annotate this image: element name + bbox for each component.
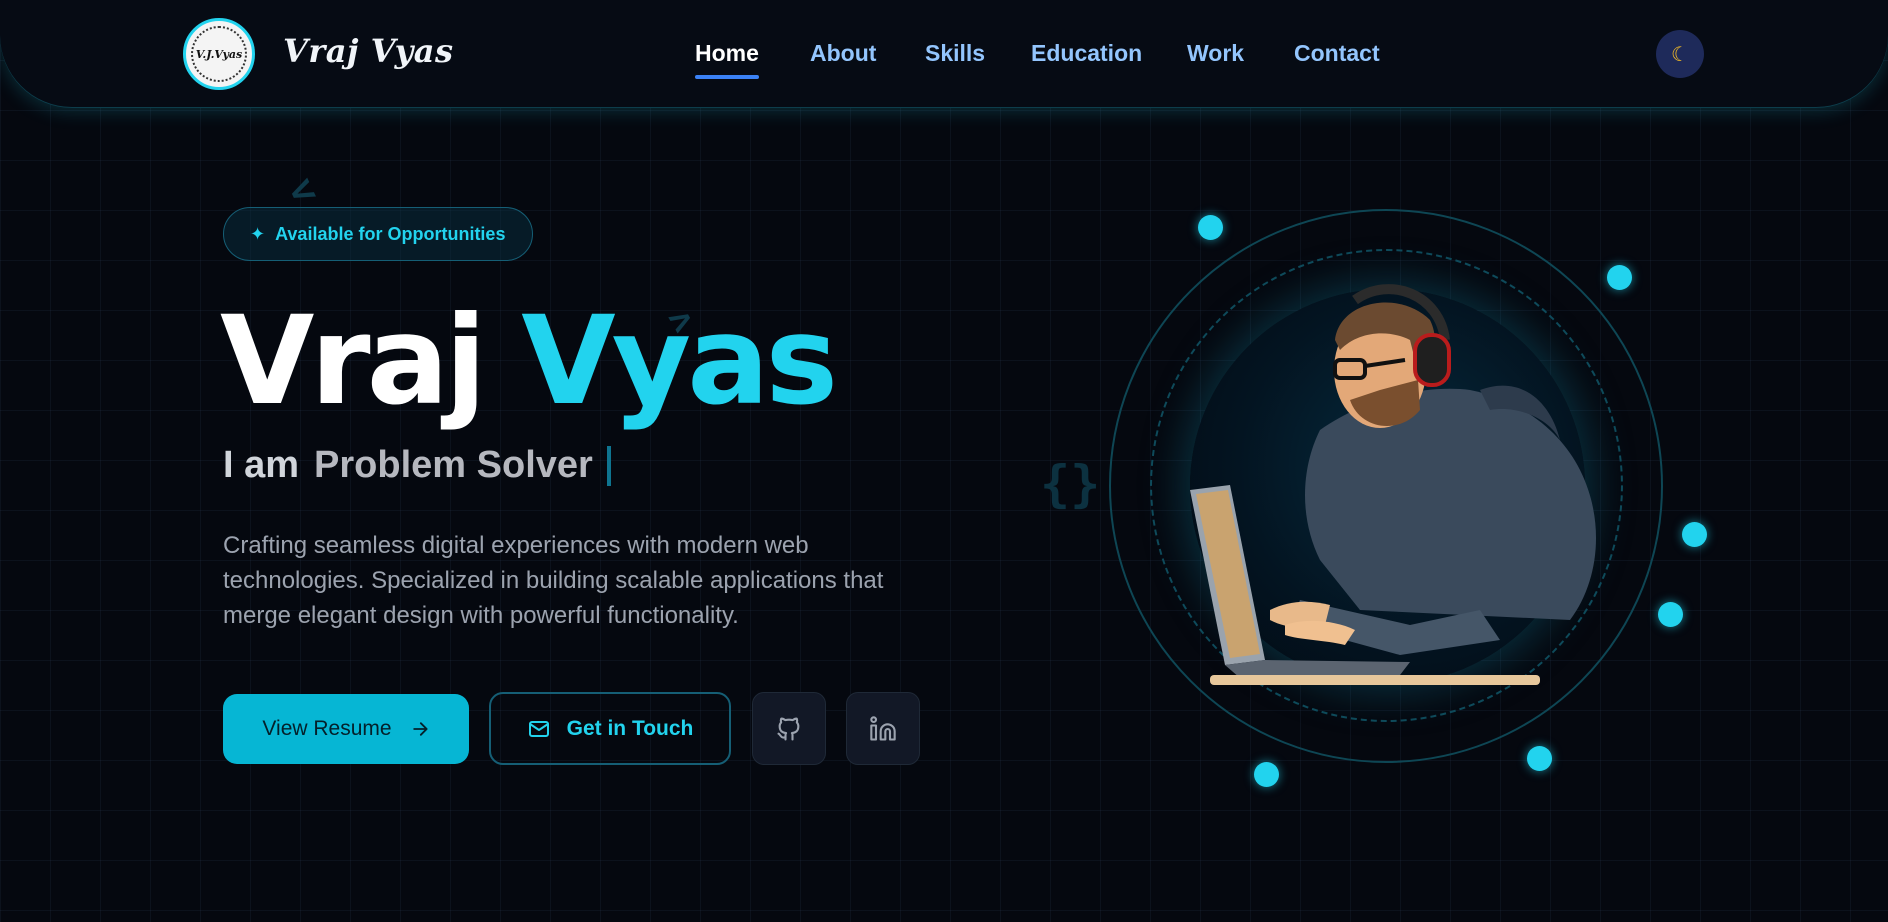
orbit-dot bbox=[1254, 762, 1279, 787]
nav-link-about[interactable]: About bbox=[810, 40, 876, 67]
mail-icon bbox=[528, 720, 549, 737]
hero-description: Crafting seamless digital experiences wi… bbox=[223, 532, 884, 629]
availability-badge: ✦ Available for Opportunities bbox=[223, 207, 533, 261]
linkedin-icon bbox=[870, 715, 896, 741]
typing-cursor bbox=[606, 445, 611, 486]
nav-link-education[interactable]: Education bbox=[1031, 40, 1142, 67]
get-in-touch-label: Get in Touch bbox=[566, 716, 694, 740]
hero-role: I am Problem Solver bbox=[223, 444, 611, 487]
hero-name-first: Vraj bbox=[220, 290, 487, 432]
role-prefix: I am bbox=[223, 444, 300, 486]
view-resume-button[interactable]: View Resume bbox=[223, 694, 469, 764]
orbit-dot bbox=[1658, 602, 1683, 627]
moon-icon: ☾ bbox=[1671, 43, 1689, 66]
orbit-dot bbox=[1682, 522, 1707, 547]
badge-text: Available for Opportunities bbox=[275, 223, 506, 244]
arrow-right-icon bbox=[412, 722, 428, 736]
brand-name[interactable]: Vraj Vyas bbox=[283, 32, 454, 70]
github-button[interactable] bbox=[752, 692, 826, 765]
decorative-braces-icon: {} bbox=[1040, 455, 1101, 513]
sparkle-icon: ✦ bbox=[250, 223, 266, 244]
view-resume-label: View Resume bbox=[262, 717, 392, 740]
linkedin-button[interactable] bbox=[846, 692, 920, 765]
orbit-dot bbox=[1198, 215, 1223, 240]
logo-text: V.J.Vyas bbox=[195, 47, 243, 61]
orbit-dot bbox=[1607, 265, 1632, 290]
hero-name: Vraj Vyas bbox=[220, 300, 838, 422]
developer-illustration bbox=[1190, 284, 1597, 685]
hero-name-last: Vyas bbox=[521, 290, 838, 432]
nav-link-home[interactable]: Home bbox=[695, 40, 759, 79]
nav-link-work[interactable]: Work bbox=[1187, 40, 1244, 67]
get-in-touch-button[interactable]: Get in Touch bbox=[489, 692, 731, 765]
nav-link-contact[interactable]: Contact bbox=[1294, 40, 1380, 67]
navbar: V.J.Vyas Vraj Vyas Home About Skills Edu… bbox=[0, 0, 1888, 108]
nav-link-skills[interactable]: Skills bbox=[925, 40, 985, 67]
orbit-dot bbox=[1527, 746, 1552, 771]
github-icon bbox=[777, 717, 800, 741]
logo[interactable]: V.J.Vyas bbox=[183, 18, 255, 90]
theme-toggle-button[interactable]: ☾ bbox=[1656, 30, 1704, 78]
role-text: Problem Solver bbox=[314, 444, 593, 486]
